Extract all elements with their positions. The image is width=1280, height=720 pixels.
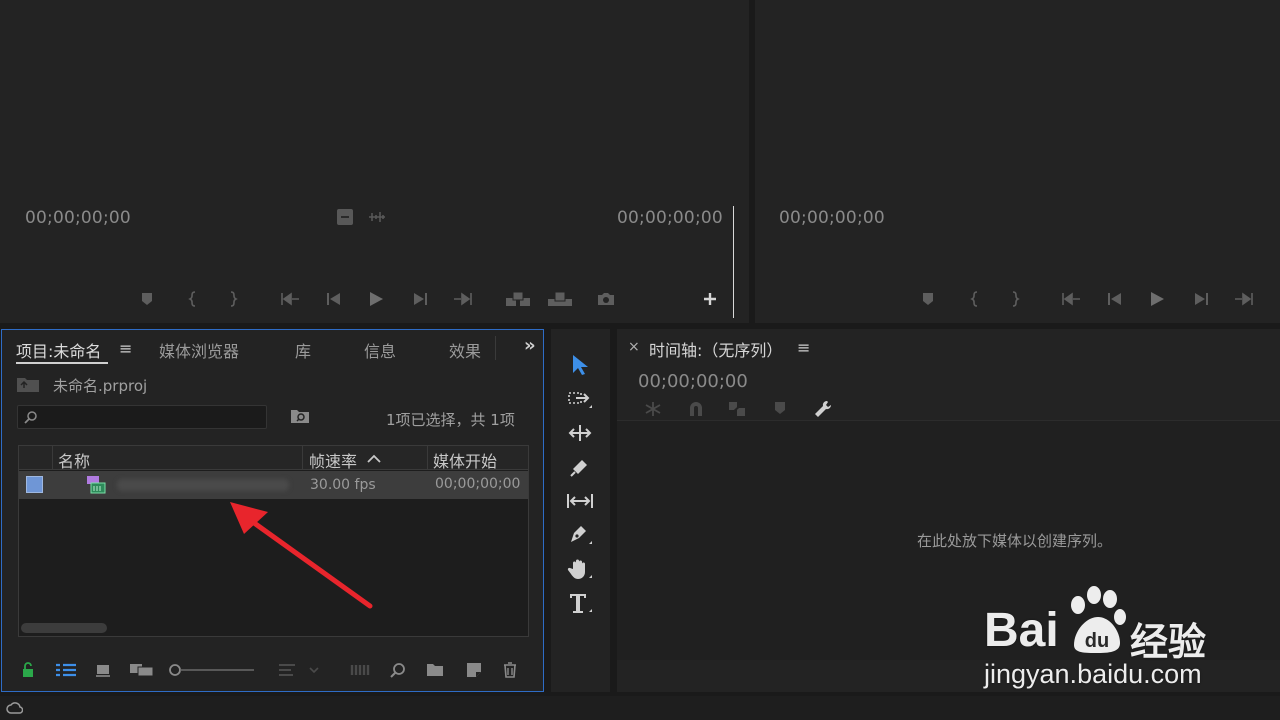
step-forward-icon[interactable] — [410, 289, 432, 309]
wrench-icon[interactable] — [813, 399, 833, 419]
hand-tool-icon[interactable] — [565, 555, 595, 583]
project-panel-menu-icon[interactable]: ≡ — [119, 339, 132, 358]
sequence-clip-icon — [87, 476, 106, 494]
program-mark-in-icon[interactable] — [964, 289, 986, 309]
source-timecode-current[interactable]: 00;00;00;00 — [25, 208, 131, 228]
fit-dropdown-icon[interactable] — [337, 209, 353, 225]
panel-overflow-icon[interactable]: » — [524, 335, 536, 356]
track-select-tool-icon[interactable] — [565, 385, 595, 413]
step-back-icon[interactable] — [322, 289, 344, 309]
find-icon[interactable] — [389, 659, 407, 681]
watermark-brand: Bai — [984, 604, 1059, 657]
add-marker-icon[interactable] — [136, 289, 158, 309]
sort-icons-dropdown-icon[interactable] — [277, 659, 323, 681]
horizontal-scrollbar[interactable] — [21, 623, 107, 633]
tab-info[interactable]: 信息 — [364, 338, 396, 362]
program-timecode-current[interactable]: 00;00;00;00 — [779, 208, 885, 228]
status-bar — [0, 696, 1280, 720]
slip-tool-icon[interactable] — [565, 487, 595, 515]
mark-out-icon[interactable] — [222, 289, 244, 309]
tab-libraries[interactable]: 库 — [295, 338, 311, 362]
new-item-icon[interactable] — [465, 659, 483, 681]
go-to-in-icon[interactable] — [279, 289, 301, 309]
razor-tool-icon[interactable] — [565, 453, 595, 481]
freeform-view-icon[interactable] — [129, 659, 155, 681]
audio-waveform-icon[interactable] — [367, 210, 387, 224]
source-monitor: 00;00;00;00 00;00;00;00 — [0, 0, 749, 323]
column-header-name[interactable]: 名称 — [58, 448, 90, 472]
ripple-edit-tool-icon[interactable] — [565, 419, 595, 447]
button-editor-plus-icon[interactable] — [699, 289, 721, 309]
playhead-line — [733, 206, 734, 318]
linked-selection-icon[interactable] — [727, 400, 747, 418]
label-color-swatch[interactable] — [26, 476, 43, 493]
program-step-back-icon[interactable] — [1103, 289, 1125, 309]
nest-toggle-icon[interactable] — [643, 400, 663, 418]
table-header: 名称 帧速率 媒体开始 — [19, 446, 528, 472]
clip-media-start: 00;00;00;00 — [435, 476, 521, 492]
tools-panel — [551, 329, 610, 692]
annotation-arrow — [230, 502, 373, 609]
column-separator — [427, 446, 428, 470]
new-bin-icon[interactable] — [425, 659, 445, 681]
project-filename: 未命名.prproj — [53, 377, 148, 395]
column-separator — [52, 446, 53, 470]
overwrite-icon[interactable] — [547, 289, 573, 309]
source-timecode-duration: 00;00;00;00 — [617, 208, 723, 228]
empty-timeline-message: 在此处放下媒体以创建序列。 — [917, 532, 1113, 550]
trash-icon[interactable] — [501, 659, 519, 681]
program-go-to-in-icon[interactable] — [1060, 289, 1082, 309]
icon-view-icon[interactable] — [94, 659, 112, 681]
column-separator — [302, 446, 303, 470]
watermark-url: jingyan.baidu.com — [984, 659, 1202, 689]
list-view-icon[interactable] — [54, 659, 78, 681]
lock-icon[interactable] — [20, 659, 36, 681]
insert-icon[interactable] — [505, 289, 531, 309]
tab-divider — [495, 336, 496, 360]
tab-media-browser[interactable]: 媒体浏览器 — [159, 338, 239, 362]
watermark-brand-2: 经验 — [1130, 622, 1207, 664]
mark-in-icon[interactable] — [182, 289, 204, 309]
program-play-icon[interactable] — [1146, 289, 1168, 309]
active-tab-underline — [16, 362, 108, 364]
timeline-title[interactable]: 时间轴:（无序列） — [649, 337, 782, 361]
baidu-paw-logo: du — [1071, 586, 1126, 653]
svg-text:du: du — [1085, 630, 1109, 652]
automate-to-sequence-icon[interactable] — [350, 659, 372, 681]
tab-effects[interactable]: 效果 — [449, 338, 481, 362]
program-monitor: 00;00;00;00 — [755, 0, 1280, 323]
export-frame-icon[interactable] — [595, 289, 617, 309]
snap-magnet-icon[interactable] — [687, 400, 705, 418]
column-header-media-start[interactable]: 媒体开始 — [433, 448, 497, 472]
program-mark-out-icon[interactable] — [1004, 289, 1026, 309]
timeline-timecode[interactable]: 00;00;00;00 — [638, 371, 748, 392]
project-search-field[interactable] — [17, 405, 267, 429]
creative-cloud-icon[interactable] — [5, 700, 23, 716]
program-go-to-out-icon[interactable] — [1233, 289, 1255, 309]
selection-status: 1项已选择，共 1项 — [386, 411, 515, 429]
type-tool-icon[interactable] — [565, 589, 595, 617]
column-header-frame-rate[interactable]: 帧速率 — [309, 448, 357, 472]
timeline-add-marker-icon[interactable] — [774, 401, 788, 417]
selection-tool-icon[interactable] — [565, 351, 595, 379]
program-add-marker-icon[interactable] — [917, 289, 939, 309]
tab-project[interactable]: 项目:未命名 — [16, 338, 101, 362]
go-to-out-icon[interactable] — [452, 289, 474, 309]
program-step-forward-icon[interactable] — [1191, 289, 1213, 309]
pen-tool-icon[interactable] — [565, 521, 595, 549]
find-in-bin-icon[interactable] — [290, 408, 310, 424]
chevron-up-icon[interactable] — [367, 454, 381, 463]
bin-up-icon[interactable] — [16, 375, 40, 393]
play-icon[interactable] — [365, 289, 387, 309]
close-icon[interactable]: × — [628, 339, 640, 355]
timeline-menu-icon[interactable]: ≡ — [797, 338, 810, 357]
project-search-input[interactable] — [42, 408, 262, 426]
search-icon — [24, 411, 37, 424]
zoom-slider[interactable] — [168, 659, 256, 681]
baidu-jingyan-watermark: Bai du 经验 jingyan.baidu.com — [980, 585, 1220, 695]
